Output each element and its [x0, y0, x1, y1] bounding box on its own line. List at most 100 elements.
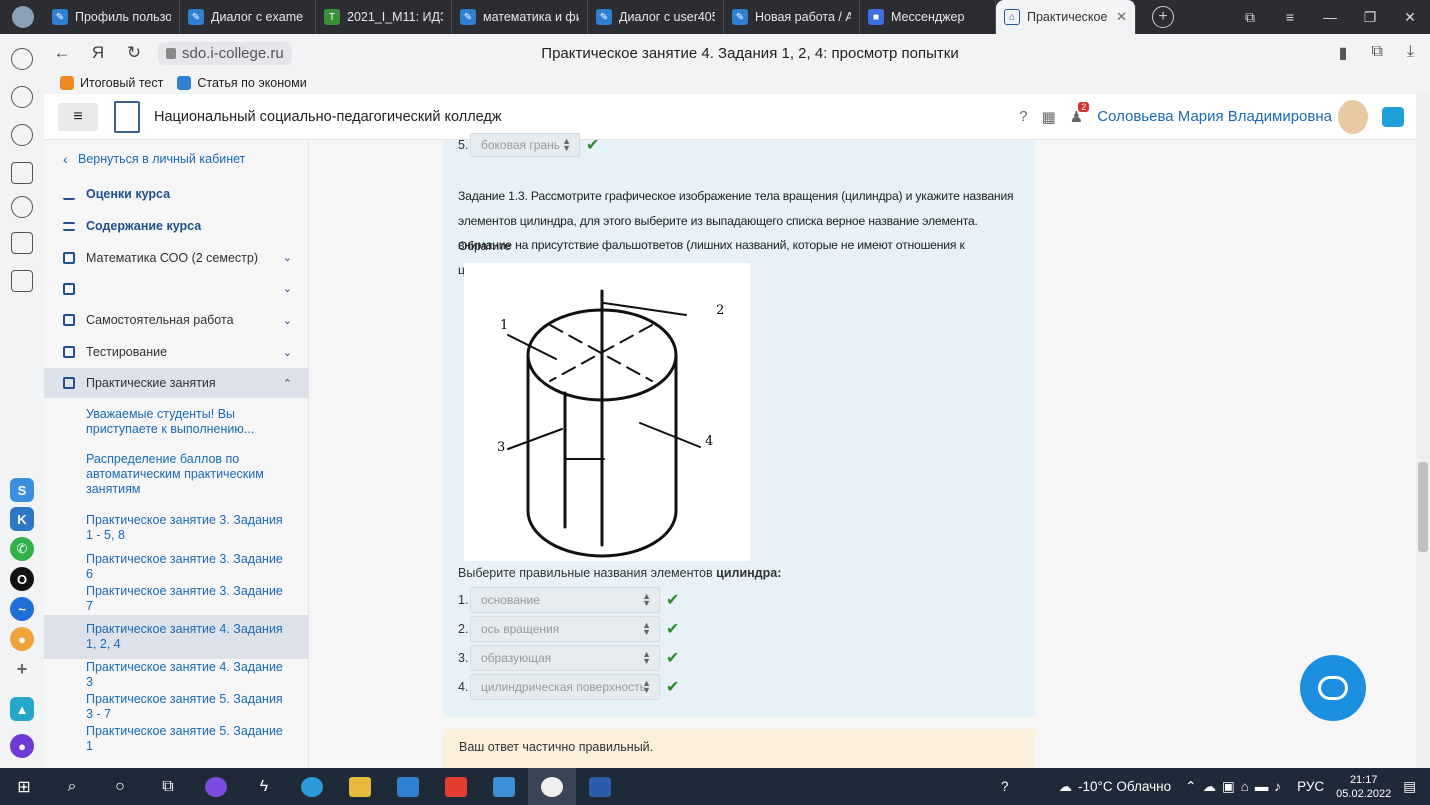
screenshot-icon[interactable] — [11, 270, 33, 292]
menu-toggle-button[interactable]: ≡ — [58, 102, 98, 131]
answer-select[interactable]: ось вращения ▲ ▼ — [470, 616, 660, 642]
mail-icon[interactable] — [384, 768, 432, 805]
minimize-icon[interactable]: — — [1310, 9, 1350, 26]
new-tab-button[interactable]: + — [1152, 6, 1174, 28]
tab-idz[interactable]: T 2021_I_M11: ИДЗ — [316, 0, 452, 34]
help-icon[interactable]: ? — [1019, 108, 1027, 125]
tab-dialog-exam[interactable]: ✎ Диалог с exame — [180, 0, 316, 34]
page-scrollbar[interactable] — [1416, 94, 1430, 768]
sidebar-link-p4-3[interactable]: Практическое занятие 4. Задание 3 — [44, 659, 308, 691]
task-view-icon[interactable]: ⧉ — [144, 768, 192, 805]
close-window-icon[interactable]: ✕ — [1390, 9, 1430, 26]
tab-math[interactable]: ✎ математика и фи — [452, 0, 588, 34]
help-tray-icon[interactable]: ? — [1001, 779, 1009, 794]
vk-icon[interactable]: K — [10, 507, 34, 531]
cortana-icon[interactable]: ○ — [96, 768, 144, 805]
tab-favicon-icon: T — [324, 9, 340, 25]
sidebar-link-p3-6[interactable]: Практическое занятие 3. Задание 6 — [44, 551, 308, 583]
whatsapp-icon[interactable]: ✆ — [10, 537, 34, 561]
logout-icon[interactable] — [1382, 106, 1404, 127]
answer-select[interactable]: образующая ▲ ▼ — [470, 645, 660, 671]
restore-icon[interactable]: ❐ — [1350, 9, 1390, 26]
sidebar-item-contents[interactable]: Содержание курса — [44, 210, 308, 242]
explorer-icon[interactable] — [336, 768, 384, 805]
windows-start-icon[interactable]: ⊞ — [0, 768, 48, 805]
chat-button[interactable] — [1300, 655, 1366, 721]
profile-icon[interactable] — [12, 6, 34, 28]
figure-label-3: 3 — [497, 440, 505, 455]
counter-icon[interactable] — [11, 232, 33, 254]
bookmark-final-test[interactable]: Итоговый тест — [60, 76, 163, 90]
bookmark-icon[interactable]: ▮ — [1339, 43, 1348, 63]
sidebar-link-p5-1[interactable]: Практическое занятие 5. Задание 1 — [44, 723, 308, 755]
weather-text[interactable]: -10°C Облачно — [1078, 779, 1171, 794]
bookmark-economy-article[interactable]: Статья по экономи — [177, 76, 307, 90]
select-arrows-icon: ▲ ▼ — [562, 136, 571, 153]
collections-icon[interactable] — [11, 162, 33, 184]
section-icon — [63, 377, 75, 389]
music-icon[interactable]: O — [10, 567, 34, 591]
add-app-icon[interactable]: + — [10, 657, 34, 681]
photos-icon[interactable] — [480, 768, 528, 805]
yandex-icon[interactable]: Я — [80, 43, 116, 63]
tray-icons[interactable]: ⌃☁▣⌂▬♪ — [1185, 779, 1287, 795]
tab-practical-active[interactable]: ⌂ Практическое ✕ — [996, 0, 1136, 34]
sidebar-section-independent[interactable]: Самостоятельная работа ⌄ — [44, 304, 308, 336]
answer-select[interactable]: боковая грань ▲ ▼ — [470, 133, 580, 157]
url-field[interactable]: sdo.i-college.ru — [158, 41, 292, 65]
language-indicator[interactable]: РУС — [1297, 779, 1324, 794]
history-icon[interactable] — [11, 86, 33, 108]
tab-messenger[interactable]: ■ Мессенджер — [860, 0, 996, 34]
lightning-app-icon[interactable]: ϟ — [240, 768, 288, 805]
reload-icon[interactable]: ↻ — [116, 43, 152, 63]
calendar-icon[interactable]: ▦ — [1042, 108, 1056, 126]
settings-menu-icon[interactable]: ≡ — [1270, 9, 1310, 26]
download-icon[interactable]: ⤓ — [1407, 43, 1414, 63]
tab-profile[interactable]: ✎ Профиль пользо — [44, 0, 180, 34]
yandex-app-icon[interactable] — [432, 768, 480, 805]
tabs-overview-icon[interactable]: ⧉ — [1230, 9, 1270, 26]
user-name-link[interactable]: Соловьева Мария Владимировна — [1097, 108, 1332, 125]
answer-select[interactable]: цилиндрическая поверхность ▲ ▼ — [470, 674, 660, 700]
back-to-cabinet-link[interactable]: Вернуться в личный кабинет — [44, 140, 308, 178]
sidebar-item-grades[interactable]: Оценки курса — [44, 178, 308, 210]
play-icon[interactable] — [11, 196, 33, 218]
tab-dialog-user[interactable]: ✎ Диалог с user405 — [588, 0, 724, 34]
favorites-icon[interactable] — [11, 124, 33, 146]
word-icon[interactable] — [576, 768, 624, 805]
sidebar-link-p4-current[interactable]: Практическое занятие 4. Задания 1, 2, 4 — [44, 615, 308, 659]
sidebar-section-testing[interactable]: Тестирование ⌄ — [44, 336, 308, 368]
check-icon: ✔ — [666, 679, 680, 696]
edge-icon[interactable] — [288, 768, 336, 805]
check-icon: ✔ — [586, 137, 600, 154]
answer-row-2: 2. ось вращения ▲ ▼ ✔ — [458, 616, 679, 642]
gallery-icon[interactable]: ▲ — [10, 697, 34, 721]
search-icon[interactable]: ⌕ — [48, 768, 96, 805]
tab-new-work[interactable]: ✎ Новая работа / А — [724, 0, 860, 34]
sidebar-link-p3-1[interactable]: Практическое занятие 3. Задания 1 - 5, 8 — [44, 505, 308, 551]
alice-icon[interactable] — [11, 48, 33, 70]
share-icon[interactable]: ⧉ — [1371, 43, 1382, 63]
yandex-browser-icon[interactable] — [528, 768, 576, 805]
sidebar-section-practical[interactable]: Практические занятия ⌃ — [44, 368, 308, 398]
notifications-center-icon[interactable]: ▤ — [1403, 779, 1416, 795]
sidebar-section-empty[interactable]: ⌄ — [44, 273, 308, 304]
sidebar-link-intro[interactable]: Уважаемые студенты! Вы приступаете к вып… — [44, 398, 308, 443]
alice-voice-icon[interactable]: ● — [10, 734, 34, 758]
clock[interactable]: 21:17 05.02.2022 — [1336, 773, 1391, 801]
game-icon[interactable]: ● — [10, 627, 34, 651]
sidebar-section-math[interactable]: Математика СОО (2 семестр) ⌄ — [44, 242, 308, 273]
sidebar-link-points[interactable]: Распределение баллов по автоматическим п… — [44, 443, 308, 505]
close-tab-icon[interactable]: ✕ — [1112, 9, 1127, 25]
avatar[interactable] — [1338, 99, 1368, 134]
notifications-icon[interactable]: ♟ 2 — [1070, 101, 1090, 126]
sidebar-link-p3-7[interactable]: Практическое занятие 3. Задание 7 — [44, 583, 308, 615]
college-logo[interactable] — [114, 100, 140, 133]
back-arrow-icon[interactable]: ← — [44, 43, 80, 63]
browser-app-icon[interactable]: ~ — [10, 597, 34, 621]
skype-icon[interactable]: S — [10, 478, 34, 502]
sidebar-link-p5-3[interactable]: Практическое занятие 5. Задания 3 - 7 — [44, 691, 308, 723]
answer-select[interactable]: основание ▲ ▼ — [470, 587, 660, 613]
alice-taskbar-icon[interactable] — [192, 768, 240, 805]
scrollbar-thumb[interactable] — [1418, 462, 1428, 552]
